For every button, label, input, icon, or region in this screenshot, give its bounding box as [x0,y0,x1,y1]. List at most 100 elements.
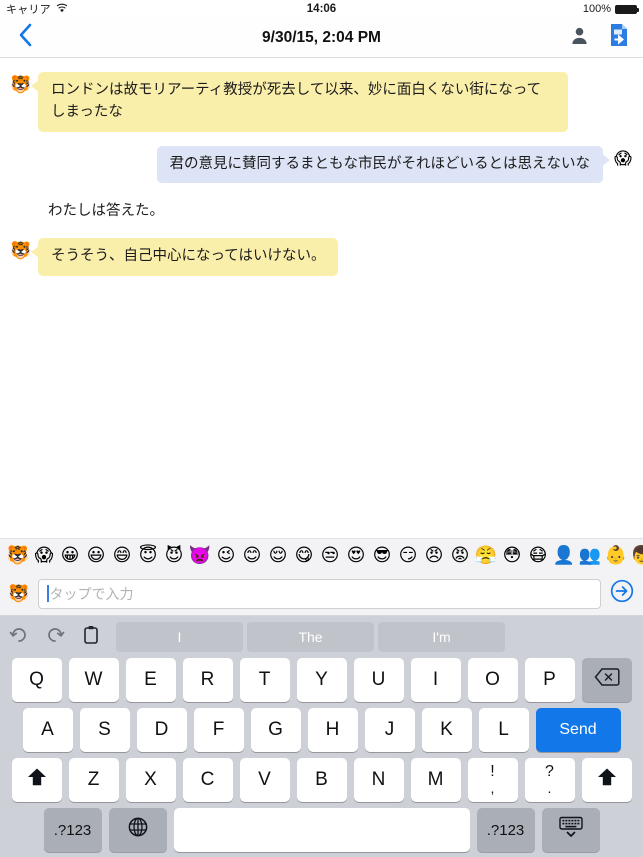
emoji-option-5[interactable]: 😇 [136,546,160,565]
key-z[interactable]: Z [68,758,119,802]
key-p[interactable]: P [524,658,575,702]
emoji-option-3[interactable]: 😃 [84,546,108,565]
prediction-suggestions: I The I'm [116,622,635,652]
emoji-option-8[interactable]: 😉 [214,546,238,565]
emoji-option-17[interactable]: 😡 [448,546,472,565]
shift-icon [596,766,618,794]
key-k[interactable]: K [421,708,472,752]
comma-label: , [490,780,495,797]
back-button[interactable] [12,23,38,51]
emoji-option-16[interactable]: 😠 [422,546,446,565]
globe-icon [127,816,149,844]
key-e[interactable]: E [125,658,176,702]
key-m[interactable]: M [410,758,461,802]
text-caret [47,585,49,602]
keyboard-row-2: A S D F G H J K L Send [0,708,643,752]
emoji-option-10[interactable]: 😌 [266,546,290,565]
emoji-option-1[interactable]: 😱 [32,546,56,565]
shift-key-right[interactable] [581,758,632,802]
screaming-face-emoji: 😱 [614,148,632,168]
paste-button[interactable] [80,625,102,648]
emoji-option-0[interactable]: 🐯 [6,546,30,565]
key-b[interactable]: B [296,758,347,802]
key-l[interactable]: L [478,708,529,752]
key-exclamation-comma[interactable]: ! , [467,758,518,802]
emoji-option-19[interactable]: 😳 [500,546,524,565]
key-i[interactable]: I [410,658,461,702]
key-y[interactable]: Y [296,658,347,702]
key-f[interactable]: F [193,708,244,752]
emoji-option-9[interactable]: 😊 [240,546,264,565]
key-t[interactable]: T [239,658,290,702]
message-bubble[interactable]: そうそう、自己中心になってはいけない。 [30,238,339,276]
key-q[interactable]: Q [11,658,62,702]
hide-keyboard-key[interactable] [541,808,600,852]
key-n[interactable]: N [353,758,404,802]
send-button[interactable] [609,579,635,608]
document-export-icon [609,23,629,52]
person-icon [570,26,589,50]
prediction-1[interactable]: The [247,622,374,652]
message-bubble[interactable]: ロンドンは故モリアーティ教授が死去して以来、妙に面白くない街になってしまったな [31,72,568,132]
key-o[interactable]: O [467,658,518,702]
message-bubble[interactable]: 君の意見に賛同するまともな市民がそれほどいるとは思えないな [156,145,610,184]
key-u[interactable]: U [353,658,404,702]
backspace-icon [594,667,620,693]
emoji-option-7[interactable]: 👿 [188,546,212,565]
status-bar-left: キャリア [6,1,68,17]
numeric-key-right[interactable]: .?123 [476,808,535,852]
globe-key[interactable] [108,808,167,852]
page-title: 9/30/15, 2:04 PM [262,28,381,46]
tiger-face-emoji: 🐯 [10,75,32,94]
tiger-face-emoji: 🐯 [10,241,32,261]
composer-avatar[interactable]: 🐯 [8,584,30,604]
emoji-option-23[interactable]: 👶 [604,546,628,565]
prediction-0[interactable]: I [116,622,243,652]
emoji-option-11[interactable]: 😋 [292,546,316,565]
redo-button[interactable] [44,626,66,648]
key-w[interactable]: W [68,658,119,702]
undo-button[interactable] [8,626,30,648]
message-input-placeholder: タップで入力 [49,586,134,603]
send-key[interactable]: Send [535,708,621,752]
message-input[interactable]: タップで入力 [38,578,601,609]
numeric-key-left[interactable]: .?123 [43,808,102,852]
prediction-2[interactable]: I'm [378,622,505,652]
key-a[interactable]: A [22,708,73,752]
emoji-quick-picker[interactable]: 🐯😱😀😃😄😇😈👿😉😊😌😋😒😍😎😏😠😡😤😳😷👤👥👶👦 [0,538,643,572]
virtual-keyboard: I The I'm Q W E R T Y U I O P A S D F G H [0,616,643,857]
key-c[interactable]: C [182,758,233,802]
emoji-option-20[interactable]: 😷 [526,546,550,565]
emoji-option-4[interactable]: 😄 [110,546,134,565]
key-v[interactable]: V [239,758,290,802]
key-h[interactable]: H [307,708,358,752]
keyboard-row-1: Q W E R T Y U I O P [0,658,643,702]
carrier-label: キャリア [6,4,51,16]
key-x[interactable]: X [125,758,176,802]
battery-percent-label: 100% [582,3,611,15]
emoji-option-14[interactable]: 😎 [370,546,394,565]
space-key[interactable] [173,808,470,852]
key-s[interactable]: S [79,708,130,752]
send-arrow-icon [610,579,634,608]
emoji-option-13[interactable]: 😍 [344,546,368,565]
contact-button[interactable] [567,25,591,51]
shift-key-left[interactable] [11,758,62,802]
backspace-key[interactable] [581,658,632,702]
key-question-period[interactable]: ? . [524,758,575,802]
key-d[interactable]: D [136,708,187,752]
emoji-option-21[interactable]: 👤 [552,546,576,565]
key-g[interactable]: G [250,708,301,752]
emoji-option-12[interactable]: 😒 [318,546,342,565]
status-bar-right: 100% [582,3,639,15]
emoji-option-18[interactable]: 😤 [474,546,498,565]
emoji-option-2[interactable]: 😀 [58,546,82,565]
emoji-option-15[interactable]: 😏 [396,546,420,565]
wifi-icon [56,3,68,16]
export-button[interactable] [607,23,631,52]
emoji-option-24[interactable]: 👦 [630,546,643,565]
emoji-option-22[interactable]: 👥 [578,546,602,565]
key-j[interactable]: J [364,708,415,752]
emoji-option-6[interactable]: 😈 [162,546,186,565]
key-r[interactable]: R [182,658,233,702]
